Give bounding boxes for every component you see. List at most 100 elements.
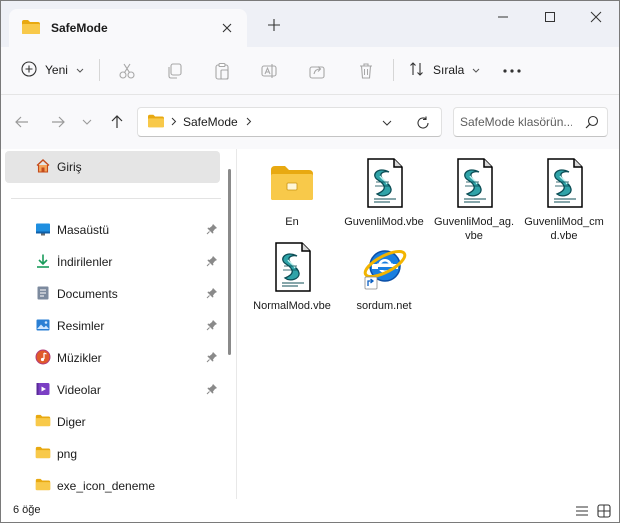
minimize-icon[interactable] bbox=[480, 1, 526, 33]
rename-icon[interactable] bbox=[255, 57, 283, 85]
address-history-chevron-icon[interactable] bbox=[377, 113, 397, 133]
pin-icon bbox=[206, 319, 218, 334]
folder-icon bbox=[147, 113, 165, 132]
refresh-icon[interactable] bbox=[413, 113, 433, 133]
pin-icon bbox=[206, 287, 218, 302]
plus-circle-icon bbox=[21, 60, 37, 80]
more-options-icon[interactable] bbox=[497, 57, 527, 85]
pin-icon bbox=[206, 223, 218, 238]
file-name: NormalMod.vbe bbox=[253, 300, 331, 312]
new-button[interactable]: Yeni bbox=[15, 55, 90, 85]
address-bar[interactable]: SafeMode bbox=[137, 107, 442, 137]
search-icon bbox=[585, 115, 599, 132]
vbe-script-icon bbox=[540, 157, 588, 209]
sidebar-item-label: Müzikler bbox=[57, 351, 102, 365]
sort-arrows-icon bbox=[409, 61, 425, 80]
internet-explorer-icon bbox=[360, 241, 408, 293]
sort-button-label: Sırala bbox=[433, 63, 465, 77]
chevron-down-icon bbox=[76, 63, 84, 77]
share-icon[interactable] bbox=[303, 57, 331, 85]
delete-icon[interactable] bbox=[352, 57, 380, 85]
file-name: GuvenliMod.vbe bbox=[344, 216, 424, 228]
back-arrow-icon[interactable] bbox=[9, 109, 35, 135]
file-name: En bbox=[285, 216, 299, 228]
documents-icon bbox=[35, 285, 51, 304]
breadcrumb-safemode[interactable]: SafeMode bbox=[183, 115, 238, 129]
pin-icon bbox=[206, 351, 218, 366]
sidebar-item-documents[interactable]: Documents bbox=[5, 279, 220, 309]
title-bar: SafeMode bbox=[1, 1, 619, 47]
tab-safemode[interactable]: SafeMode bbox=[9, 9, 247, 47]
chevron-down-icon bbox=[472, 63, 480, 77]
close-tab-icon[interactable] bbox=[217, 18, 237, 38]
up-arrow-icon[interactable] bbox=[104, 109, 130, 135]
details-view-icon[interactable] bbox=[573, 502, 591, 520]
large-icons-view-icon[interactable] bbox=[595, 502, 613, 520]
search-placeholder: SafeMode klasörün... bbox=[460, 115, 572, 129]
sidebar-item-label: Diger bbox=[57, 415, 86, 429]
close-window-icon[interactable] bbox=[573, 1, 619, 33]
music-icon bbox=[35, 349, 51, 368]
folder-icon bbox=[21, 18, 41, 39]
sidebar-scrollbar[interactable] bbox=[228, 169, 231, 355]
file-item-sordum-net[interactable]: sordum.net bbox=[341, 241, 427, 313]
new-tab-icon[interactable] bbox=[263, 14, 285, 36]
pictures-icon bbox=[35, 317, 51, 336]
sidebar-item-label: Documents bbox=[57, 287, 118, 301]
folder-icon bbox=[35, 477, 51, 495]
file-item-guvenlimod-ag-vbe[interactable]: GuvenliMod_ag.vbe bbox=[431, 157, 517, 243]
file-item-normalmod-vbe[interactable]: NormalMod.vbe bbox=[249, 241, 335, 313]
cut-icon[interactable] bbox=[113, 57, 141, 85]
copy-icon[interactable] bbox=[160, 57, 188, 85]
search-input[interactable]: SafeMode klasörün... bbox=[453, 107, 608, 137]
recent-locations-chevron-icon[interactable] bbox=[74, 109, 100, 135]
vbe-script-icon bbox=[360, 157, 408, 209]
sidebar-item-pictures[interactable]: Resimler bbox=[5, 311, 220, 341]
sidebar-item-png[interactable]: png bbox=[5, 439, 220, 469]
sidebar-item-music[interactable]: Müzikler bbox=[5, 343, 220, 373]
sidebar-item-label: Giriş bbox=[57, 160, 82, 174]
status-bar: 6 öğe bbox=[1, 499, 619, 522]
file-explorer-window: SafeMode Yeni Sırala SafeMode SafeMode k… bbox=[0, 0, 620, 523]
sidebar-item-label: png bbox=[57, 447, 78, 461]
sidebar-divider bbox=[11, 198, 221, 199]
sidebar-item-label: Videolar bbox=[57, 383, 101, 397]
file-item-en[interactable]: En bbox=[249, 157, 335, 229]
sidebar-item-videos[interactable]: Videolar bbox=[5, 375, 220, 405]
item-count: 6 öğe bbox=[13, 504, 41, 516]
file-name: GuvenliMod_cmd.vbe bbox=[524, 216, 604, 242]
sidebar-item-label: exe_icon_deneme bbox=[57, 479, 156, 493]
sidebar-item-label: Masaüstü bbox=[57, 223, 110, 237]
paste-icon[interactable] bbox=[208, 57, 236, 85]
navigation-pane: Giriş Masaüstü İndirilenler Documents Re… bbox=[1, 149, 237, 499]
folder-icon bbox=[35, 445, 51, 463]
home-icon bbox=[35, 158, 51, 177]
sidebar-item-downloads[interactable]: İndirilenler bbox=[5, 247, 220, 277]
toolbar-divider bbox=[393, 59, 394, 81]
breadcrumb-separator-icon[interactable] bbox=[246, 115, 252, 129]
new-button-label: Yeni bbox=[45, 63, 68, 77]
file-list: En GuvenliMod.vbe GuvenliMod_ag.vbe Guve… bbox=[238, 149, 619, 499]
folder-icon bbox=[268, 157, 316, 209]
tab-title: SafeMode bbox=[51, 21, 108, 35]
file-item-guvenlimod-vbe[interactable]: GuvenliMod.vbe bbox=[341, 157, 427, 229]
forward-arrow-icon[interactable] bbox=[45, 109, 71, 135]
maximize-icon[interactable] bbox=[527, 1, 573, 33]
videos-icon bbox=[35, 381, 51, 400]
toolbar-divider bbox=[99, 59, 100, 81]
vbe-script-icon bbox=[268, 241, 316, 293]
sidebar-item-desktop[interactable]: Masaüstü bbox=[5, 215, 220, 245]
desktop-icon bbox=[35, 221, 51, 240]
sidebar-item-label: İndirilenler bbox=[57, 255, 113, 269]
sidebar-item-diger[interactable]: Diger bbox=[5, 407, 220, 437]
sidebar-item-label: Resimler bbox=[57, 319, 105, 333]
navigation-bar: SafeMode SafeMode klasörün... bbox=[1, 95, 619, 149]
sort-button[interactable]: Sırala bbox=[405, 55, 484, 85]
sidebar-item-home[interactable]: Giriş bbox=[5, 151, 220, 183]
command-bar: Yeni Sırala bbox=[1, 47, 619, 95]
file-item-guvenlimod-cmd-vbe[interactable]: GuvenliMod_cmd.vbe bbox=[521, 157, 607, 243]
sidebar-item-exe-icon-deneme[interactable]: exe_icon_deneme bbox=[5, 471, 220, 499]
file-name: GuvenliMod_ag.vbe bbox=[433, 216, 515, 242]
pin-icon bbox=[206, 255, 218, 270]
pin-icon bbox=[206, 383, 218, 398]
